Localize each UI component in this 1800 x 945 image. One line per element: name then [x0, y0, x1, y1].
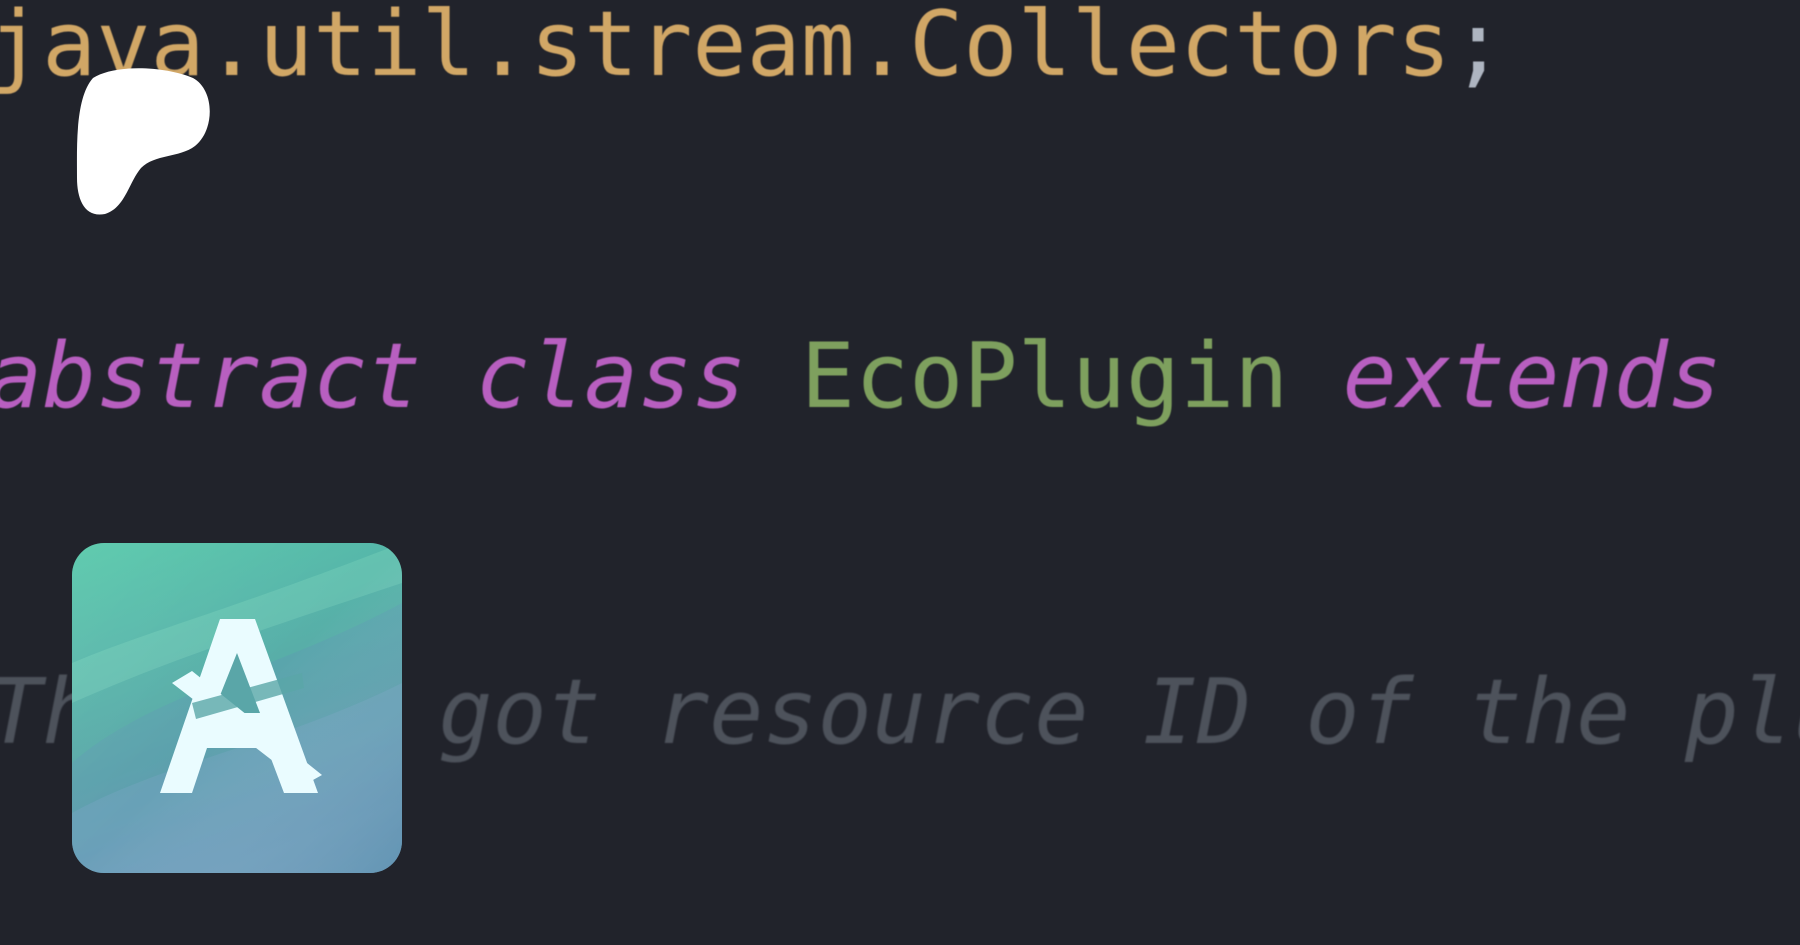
import-semicolon: ;	[1450, 0, 1506, 97]
keyword-class: class	[475, 324, 747, 429]
import-path: java.util.stream.Collectors	[0, 0, 1451, 97]
app-logo-icon	[72, 543, 402, 873]
code-screenshot: java.util.stream.Collectors; abstract cl…	[0, 0, 1800, 945]
patreon-logo-icon	[76, 68, 210, 215]
import-line: java.util.stream.Collectors;	[0, 0, 1505, 90]
class-declaration-line: abstract class EcoPlugin extends	[0, 332, 1722, 422]
class-name: EcoPlugin	[800, 324, 1289, 429]
keyword-abstract: abstract	[0, 324, 422, 429]
keyword-extends: extends	[1342, 324, 1722, 429]
app-icon-a-glyph	[160, 619, 322, 793]
comment-text-end: got resource ID of the plu	[438, 660, 1800, 765]
